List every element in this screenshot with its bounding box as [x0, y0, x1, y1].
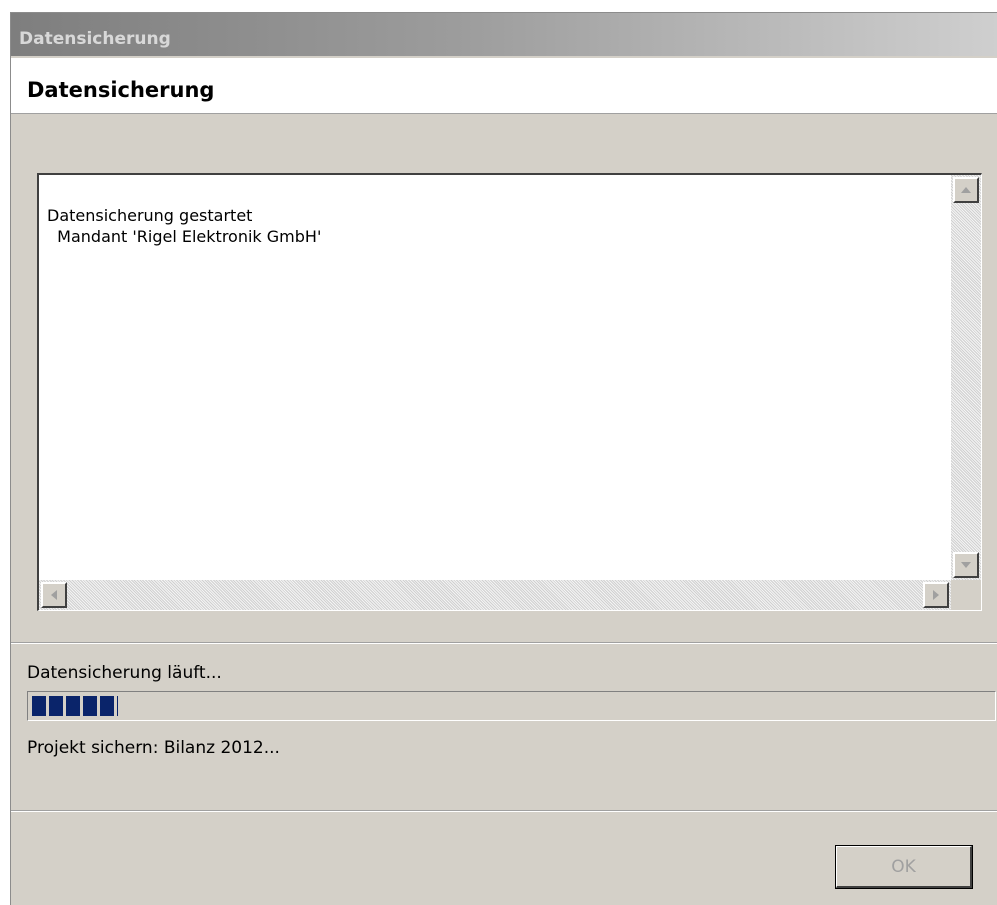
page-title: Datensicherung — [27, 78, 215, 102]
divider — [11, 810, 997, 812]
scroll-left-icon — [51, 590, 57, 600]
scroll-left-button[interactable] — [41, 582, 67, 608]
scroll-right-icon — [933, 590, 939, 600]
scroll-up-icon — [961, 187, 971, 193]
horizontal-scrollbar[interactable] — [39, 580, 951, 610]
window-title: Datensicherung — [19, 29, 171, 49]
progress-bar — [27, 691, 996, 721]
progress-fill — [32, 696, 119, 716]
log-content: Datensicherung gestartet Mandant 'Rigel … — [47, 205, 941, 247]
title-bar[interactable]: Datensicherung — [11, 13, 997, 56]
divider — [11, 642, 997, 644]
vertical-scrollbar[interactable] — [951, 175, 981, 580]
progress-track — [32, 696, 991, 716]
status-detail: Projekt sichern: Bilanz 2012... — [27, 738, 280, 758]
ok-button[interactable]: OK — [835, 845, 973, 889]
scrollbar-corner — [951, 580, 981, 610]
scroll-down-icon — [961, 562, 971, 568]
status-text: Datensicherung läuft... — [27, 663, 222, 683]
dialog-window: Datensicherung Datensicherung Datensiche… — [10, 12, 997, 905]
scroll-right-button[interactable] — [923, 582, 949, 608]
header-panel: Datensicherung — [11, 58, 997, 114]
log-line: Datensicherung gestartet — [47, 206, 253, 225]
scroll-down-button[interactable] — [953, 552, 979, 578]
scroll-up-button[interactable] — [953, 177, 979, 203]
log-textbox[interactable]: Datensicherung gestartet Mandant 'Rigel … — [37, 173, 982, 611]
log-line: Mandant 'Rigel Elektronik GmbH' — [47, 227, 322, 246]
